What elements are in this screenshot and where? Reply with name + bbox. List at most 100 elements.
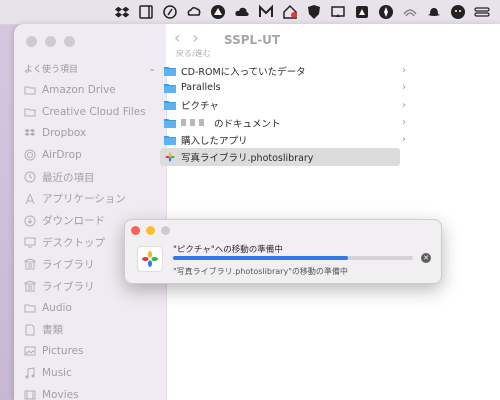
desktop-icon	[24, 236, 36, 248]
photos-library-icon	[137, 246, 163, 272]
sidebar-item[interactable]: Creative Cloud Files	[24, 101, 164, 123]
dialog-subtitle: "写真ライブラリ.photoslibrary"の移動の準備中	[173, 267, 348, 276]
cloud-icon[interactable]	[234, 4, 250, 20]
sidebar-item-label: Creative Cloud Files	[42, 105, 146, 118]
music-icon	[24, 367, 36, 379]
nav-label: 戻る/進む	[176, 49, 211, 58]
file-name: ピクチャ	[181, 101, 219, 113]
file-row[interactable]: CD-ROMに入っていたデータ ›	[160, 62, 406, 79]
chevron-right-icon[interactable]: ›	[402, 79, 406, 96]
sidebar-item[interactable]: Music	[24, 362, 164, 384]
download-icon	[24, 215, 36, 227]
folder-icon	[164, 83, 176, 93]
creative-cloud-icon[interactable]	[186, 4, 202, 20]
chevron-down-icon[interactable]: ⌄	[148, 64, 156, 74]
forward-arrow-icon[interactable]: ›	[192, 30, 198, 46]
tuner-icon[interactable]	[162, 4, 178, 20]
sidebar-item-label: 最近の項目	[42, 171, 95, 184]
folder-icon	[24, 106, 36, 118]
sidebar-item[interactable]: Movies	[24, 384, 164, 400]
dialog-zoom-button[interactable]	[161, 226, 170, 235]
file-row[interactable]: のドキュメント ›	[160, 114, 406, 131]
mail-m-icon[interactable]	[258, 4, 274, 20]
triangle-circle-icon[interactable]	[210, 4, 226, 20]
clock-icon	[24, 171, 36, 183]
sidebar-item-label: Dropbox	[42, 127, 87, 140]
file-name: 購入したアプリ	[181, 135, 248, 147]
progress-bar-fill	[173, 256, 349, 260]
control-center-icon[interactable]	[474, 4, 490, 20]
sidebar-item[interactable]: Audio	[24, 297, 164, 319]
drive-icon[interactable]	[354, 4, 370, 20]
chevron-right-icon[interactable]: ›	[402, 62, 406, 79]
move-progress-dialog: "ピクチャ"への移動の準備中 "写真ライブラリ.photoslibrary"の移…	[124, 219, 442, 284]
folder-icon	[24, 84, 36, 96]
minimize-button[interactable]	[45, 36, 56, 47]
sidebar-item[interactable]: 最近の項目	[24, 166, 164, 188]
file-name: のドキュメント	[214, 118, 281, 130]
redacted-name	[181, 119, 207, 127]
sidebar-item-label: デスクトップ	[42, 236, 105, 249]
sidebar-item[interactable]: Dropbox	[24, 123, 164, 145]
hat-icon[interactable]	[426, 4, 442, 20]
shield-icon[interactable]	[306, 4, 322, 20]
sidebar-item[interactable]: 書類	[24, 319, 164, 341]
document-icon	[24, 324, 36, 336]
menu-bar	[0, 0, 500, 25]
folder-icon	[164, 118, 176, 128]
wifi-icon[interactable]	[402, 4, 418, 20]
chevron-right-icon[interactable]: ›	[402, 114, 406, 131]
sidebar-section-header[interactable]: よく使う項目 ⌄	[24, 62, 156, 76]
progress-bar	[173, 256, 413, 260]
file-name: Parallels	[181, 82, 221, 94]
library-icon	[24, 258, 36, 270]
sidebar: よく使う項目 ⌄ Amazon Drive Creative Cloud File…	[14, 24, 167, 400]
folder-icon	[164, 100, 176, 111]
face-icon[interactable]	[450, 4, 466, 20]
sidebar-item-label: Movies	[42, 389, 79, 400]
sidebar-item[interactable]: AirDrop	[24, 144, 164, 166]
airdrop-icon	[24, 149, 36, 161]
file-name: CD-ROMに入っていたデータ	[181, 66, 306, 78]
file-row[interactable]: 購入したアプリ ›	[160, 131, 406, 148]
window-icon[interactable]	[138, 4, 154, 20]
home-badge-icon[interactable]	[282, 4, 298, 20]
file-list: CD-ROMに入っていたデータ › Parallels › ピクチャ › のドキュメント › 購…	[160, 62, 406, 166]
zoom-button[interactable]	[64, 36, 75, 47]
sidebar-item[interactable]: アプリケーション	[24, 188, 164, 210]
chevron-right-icon[interactable]: ›	[402, 97, 406, 114]
folder-icon	[164, 135, 176, 145]
applications-icon	[24, 193, 36, 205]
dropbox-icon[interactable]	[114, 4, 130, 20]
dialog-window-controls	[131, 226, 170, 235]
close-button[interactable]	[26, 36, 37, 47]
sidebar-item-label: アプリケーション	[42, 193, 126, 206]
file-row[interactable]: ピクチャ ›	[160, 97, 406, 114]
screen-icon[interactable]	[330, 4, 346, 20]
sidebar-item-label: ライブラリ	[42, 280, 95, 293]
library-icon	[24, 280, 36, 292]
dropbox-icon	[24, 127, 36, 139]
folder-icon	[164, 66, 176, 76]
compass-icon[interactable]	[378, 4, 394, 20]
sidebar-item[interactable]: Amazon Drive	[24, 79, 164, 101]
stop-icon[interactable]: ✕	[421, 253, 431, 263]
movies-icon	[24, 389, 36, 400]
sidebar-item-label: Music	[42, 367, 72, 380]
sidebar-item-label: ライブラリ	[42, 258, 95, 271]
dialog-close-button[interactable]	[131, 226, 140, 235]
chevron-right-icon[interactable]: ›	[402, 131, 406, 148]
sidebar-item-label: Pictures	[42, 345, 84, 358]
file-row[interactable]: Parallels ›	[160, 79, 406, 96]
back-arrow-icon[interactable]: ‹	[174, 30, 180, 46]
file-name: 写真ライブラリ.photoslibrary	[181, 153, 314, 165]
sidebar-section-title: よく使う項目	[24, 65, 79, 75]
file-row[interactable]: 写真ライブラリ.photoslibrary	[160, 148, 400, 166]
sidebar-item-label: Audio	[42, 301, 72, 314]
photos-icon	[164, 152, 176, 162]
pictures-icon	[24, 345, 36, 357]
sidebar-item[interactable]: Pictures	[24, 341, 164, 363]
window-title: SSPL-UT	[224, 33, 281, 47]
sidebar-item-label: 書類	[42, 324, 63, 337]
dialog-minimize-button[interactable]	[146, 226, 155, 235]
